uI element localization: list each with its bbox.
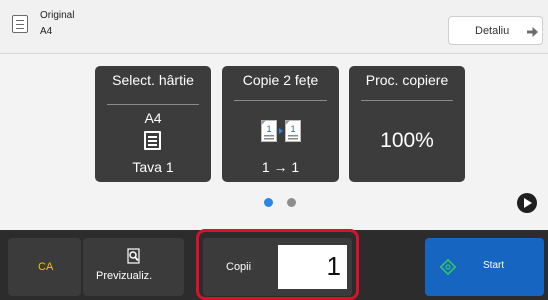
preview-button[interactable]: Previzualiz.	[83, 238, 184, 296]
clear-all-button[interactable]: CA	[8, 238, 81, 296]
card-divider	[107, 104, 199, 105]
clear-all-label: CA	[38, 261, 54, 273]
copy-screen: Original A4 Detaliu Select. hârtie A4 Ta…	[0, 0, 548, 300]
page-dot-active[interactable]	[264, 198, 273, 207]
paper-tray-value: Tava 1	[132, 159, 174, 175]
preview-magnifier-icon	[127, 248, 140, 264]
start-button[interactable]: Start	[425, 238, 544, 296]
arrow-right-icon	[527, 27, 538, 37]
top-bar: Original A4 Detaliu	[0, 0, 548, 54]
original-label: Original	[40, 10, 75, 21]
duplex-copy-card[interactable]: Copie 2 fețe 1 1 1 → 1	[222, 66, 339, 182]
start-label: Start	[483, 260, 505, 271]
document-icon	[12, 15, 28, 33]
detail-button-label: Detaliu	[475, 25, 510, 37]
duplex-mode-value: 1 → 1	[261, 159, 300, 175]
card-divider	[234, 100, 327, 101]
paper-size-value: A4	[144, 110, 162, 126]
duplex-copy-title: Copie 2 fețe	[242, 72, 319, 88]
copy-ratio-title: Proc. copiere	[365, 72, 449, 88]
start-diamond-icon	[440, 259, 456, 275]
copy-ratio-value: 100%	[380, 129, 434, 152]
svg-text:1: 1	[290, 124, 295, 134]
next-page-button[interactable]	[517, 193, 537, 213]
paper-tray-icon	[144, 131, 161, 150]
preview-label: Previzualiz.	[96, 270, 153, 282]
copy-ratio-card[interactable]: Proc. copiere 100%	[349, 66, 465, 182]
duplex-copy-icon: 1 1	[261, 120, 301, 142]
card-divider	[361, 100, 453, 101]
paper-select-title: Select. hârtie	[112, 72, 194, 88]
page-dot[interactable]	[287, 198, 296, 207]
detail-button[interactable]: Detaliu	[448, 16, 543, 45]
next-page-icon	[524, 198, 532, 208]
copies-highlight-frame	[196, 229, 359, 300]
original-size: A4	[40, 26, 53, 37]
paper-select-card[interactable]: Select. hârtie A4 Tava 1	[95, 66, 211, 182]
svg-text:1: 1	[266, 124, 271, 134]
